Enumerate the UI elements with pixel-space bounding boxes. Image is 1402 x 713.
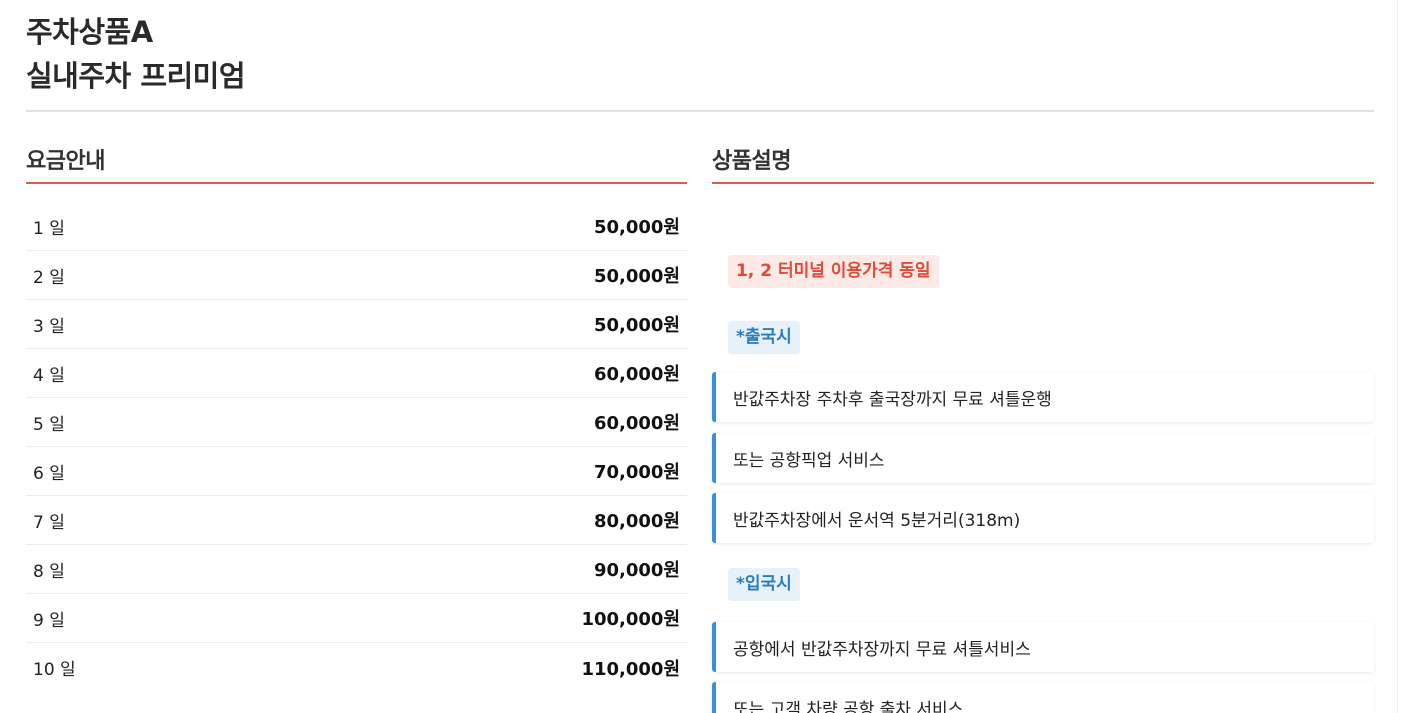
price-day: 10 일 <box>33 660 76 680</box>
price-row: 2 일 50,000원 <box>26 251 687 300</box>
description-section: 상품설명 1, 2 터미널 이용가격 동일 *출국시 반값주차장 주차후 출국장… <box>712 136 1374 713</box>
pricing-title: 요금안내 <box>26 149 105 174</box>
departure-item: 또는 공항픽업 서비스 <box>712 433 1374 483</box>
departure-item: 반값주차장 주차후 출국장까지 무료 셔틀운행 <box>712 372 1374 422</box>
price-amount: 90,000원 <box>593 560 680 581</box>
price-row: 8 일 90,000원 <box>26 545 687 594</box>
page-edge-divider <box>1397 0 1398 713</box>
price-list: 1 일 50,000원 2 일 50,000원 3 일 50,000원 4 일 … <box>26 202 687 692</box>
price-amount: 110,000원 <box>581 658 680 680</box>
pricing-section: 요금안내 1 일 50,000원 2 일 50,000원 3 일 50,000원… <box>26 136 687 692</box>
price-amount: 70,000원 <box>593 462 680 483</box>
price-day: 8 일 <box>33 561 65 582</box>
product-subtitle: 실내주차 프리미엄 <box>26 59 246 93</box>
price-row: 1 일 50,000원 <box>26 202 687 251</box>
price-row: 4 일 60,000원 <box>26 349 687 398</box>
price-day: 2 일 <box>33 267 65 288</box>
price-row: 3 일 50,000원 <box>26 300 687 349</box>
title-divider <box>26 110 1374 112</box>
price-row: 10 일 110,000원 <box>26 643 687 692</box>
price-row: 7 일 80,000원 <box>26 496 687 545</box>
description-header: 상품설명 <box>712 136 1374 184</box>
price-amount: 60,000원 <box>593 413 680 434</box>
departure-label: *출국시 <box>728 321 800 354</box>
price-row: 9 일 100,000원 <box>26 594 687 643</box>
price-day: 3 일 <box>33 316 65 337</box>
terminal-notice-badge: 1, 2 터미널 이용가격 동일 <box>728 255 939 288</box>
price-amount: 50,000원 <box>593 315 680 336</box>
price-day: 6 일 <box>33 463 65 484</box>
arrival-label: *입국시 <box>728 568 800 601</box>
price-amount: 100,000원 <box>581 609 680 630</box>
price-amount: 60,000원 <box>593 364 680 385</box>
price-day: 5 일 <box>33 414 65 435</box>
pricing-header: 요금안내 <box>26 136 687 184</box>
product-name: 주차상품A <box>26 15 153 49</box>
arrival-item: 공항에서 반값주차장까지 무료 셔틀서비스 <box>712 622 1374 672</box>
price-amount: 80,000원 <box>593 511 680 532</box>
price-day: 4 일 <box>33 365 65 386</box>
price-row: 6 일 70,000원 <box>26 447 687 496</box>
price-amount: 50,000원 <box>593 266 680 287</box>
price-amount: 50,000원 <box>593 217 680 238</box>
price-day: 7 일 <box>33 512 65 533</box>
price-day: 1 일 <box>33 218 65 239</box>
product-title: 주차상품A 실내주차 프리미엄 <box>26 10 1374 98</box>
price-day: 9 일 <box>33 610 65 631</box>
description-title: 상품설명 <box>712 149 791 174</box>
price-row: 5 일 60,000원 <box>26 398 687 447</box>
arrival-item: 또는 고객 차량 공항 출차 서비스 <box>712 682 1374 713</box>
departure-item: 반값주차장에서 운서역 5분거리(318m) <box>712 493 1374 543</box>
